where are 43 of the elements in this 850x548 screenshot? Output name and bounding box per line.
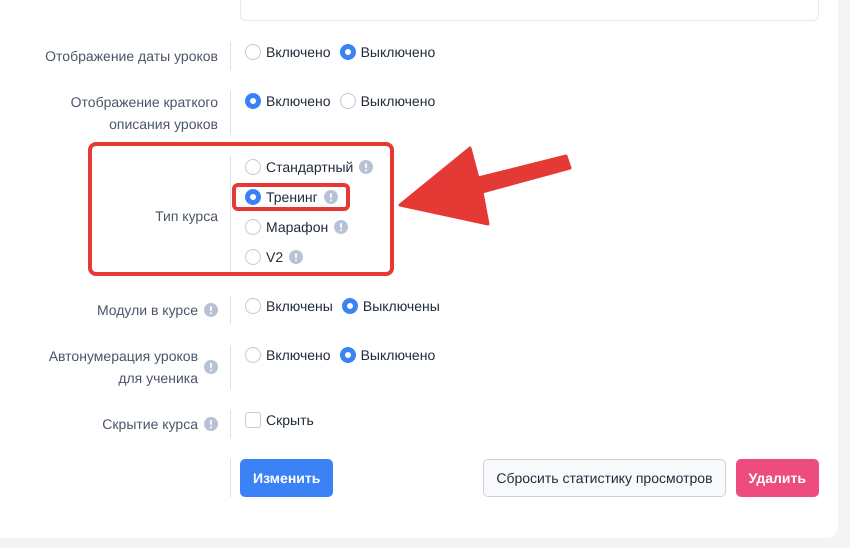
radio-button[interactable] — [245, 44, 261, 60]
radio-button[interactable] — [245, 347, 261, 363]
info-icon — [334, 220, 348, 234]
option-label: V2 — [266, 248, 284, 266]
info-icon — [204, 360, 218, 374]
info-icon — [324, 190, 338, 204]
radio-button[interactable] — [245, 93, 261, 109]
radio-button[interactable] — [245, 159, 261, 175]
option-label: Выключены — [362, 296, 440, 316]
checkbox[interactable] — [245, 412, 261, 428]
option-label: Включено — [266, 92, 331, 110]
radio-button[interactable] — [245, 249, 261, 265]
setting-label: Модули в курсе — [96, 301, 198, 320]
setting-label: Отображение краткого описания уроков — [70, 93, 218, 134]
radio-button[interactable] — [340, 93, 356, 109]
option-label: Включено — [266, 346, 331, 364]
delete-button[interactable]: Удалить — [736, 459, 819, 497]
option-label: Выключено — [360, 346, 436, 364]
info-icon — [359, 160, 374, 174]
radio-button[interactable] — [340, 347, 356, 363]
radio-button[interactable] — [245, 219, 261, 235]
radio-button[interactable] — [340, 44, 356, 60]
option-label: Тренинг — [266, 188, 318, 207]
setting-label: Отображение даты уроков — [44, 47, 218, 66]
option-label: Выключено — [360, 92, 436, 110]
save-button[interactable]: Изменить — [240, 459, 334, 497]
setting-label: Скрытие курса — [101, 415, 198, 434]
info-icon — [204, 303, 218, 317]
info-icon — [289, 250, 304, 264]
option-label: Стандартный — [266, 158, 354, 177]
reset-button[interactable]: Сбросить статистику просмотров — [483, 459, 726, 497]
radio-button[interactable] — [245, 298, 261, 314]
option-label: Включены — [266, 296, 333, 316]
radio-button[interactable] — [245, 189, 261, 205]
option-label: Марафон — [266, 218, 328, 237]
option-label: Включено — [266, 42, 331, 62]
checkbox-label: Скрыть — [266, 410, 314, 430]
setting-label: Автонумерация уроков для ученика — [48, 347, 198, 388]
info-icon — [204, 417, 218, 431]
text-area[interactable] — [240, 0, 819, 21]
radio-button[interactable] — [342, 298, 358, 314]
option-label: Выключено — [360, 42, 436, 62]
setting-label: Тип курса — [154, 206, 218, 226]
